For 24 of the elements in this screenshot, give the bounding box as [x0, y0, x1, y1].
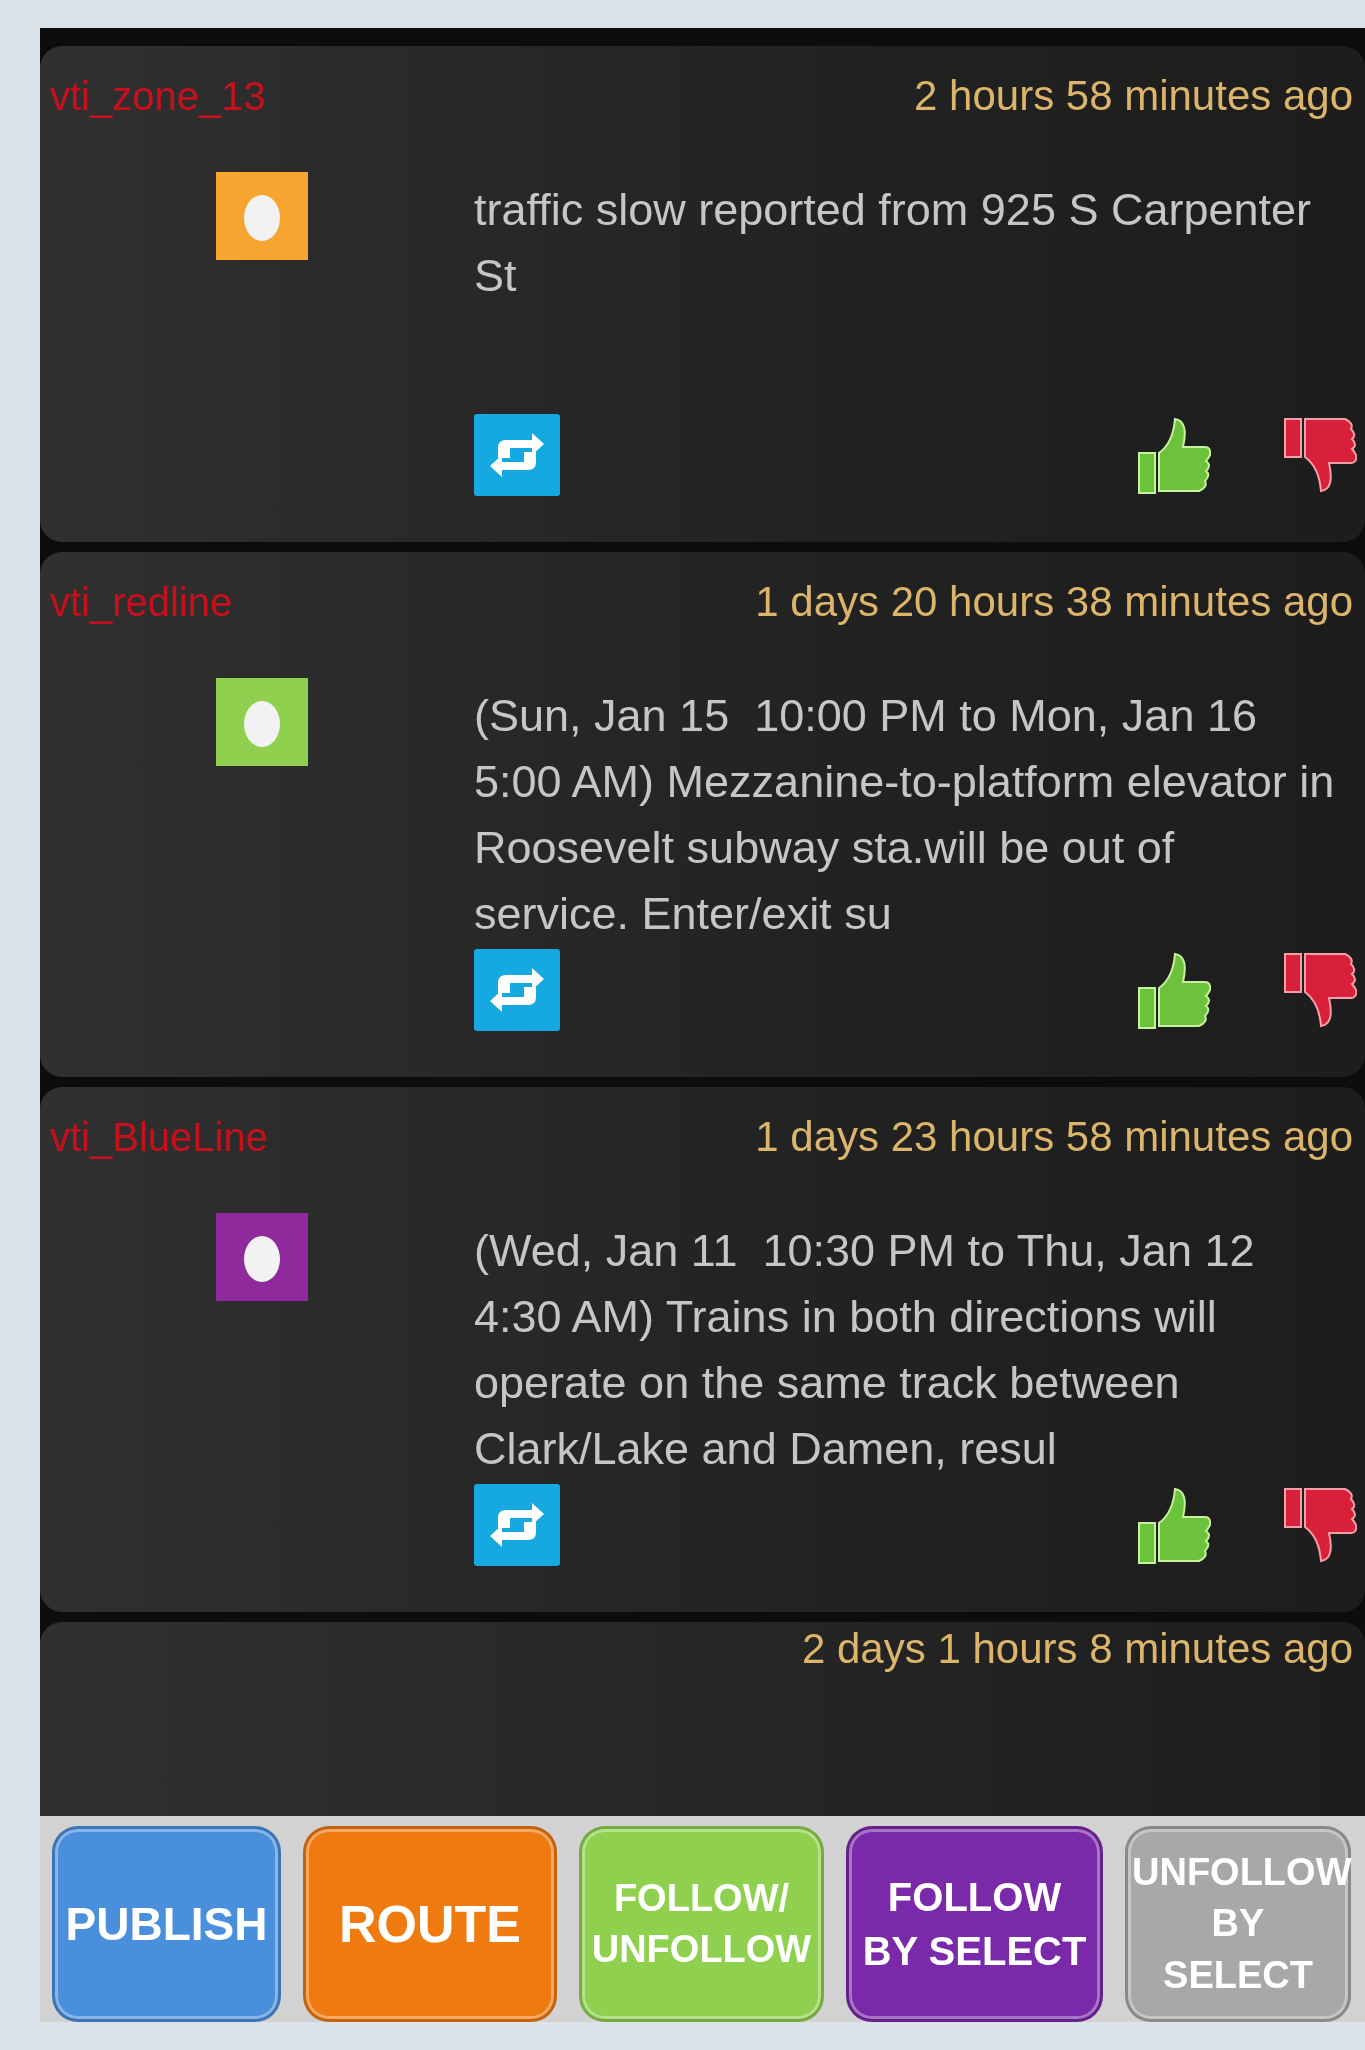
timestamp: 2 hours 58 minutes ago	[914, 72, 1353, 120]
thumbs-up-icon[interactable]	[1135, 415, 1211, 495]
retweet-icon[interactable]	[474, 949, 560, 1031]
action-button[interactable]: UNFOLLOW BY SELECT	[1125, 1826, 1351, 2022]
timestamp: 2 days 1 hours 8 minutes ago	[802, 1626, 1353, 1673]
thumbs-down-icon[interactable]	[1281, 950, 1357, 1030]
retweet-icon[interactable]	[474, 414, 560, 496]
post-message: (Wed, Jan 11 10:30 PM to Thu, Jan 12 4:30 AM) Trains in both directions will operate on the same track between Clark/Lake and Damen, resul	[474, 1224, 1256, 1476]
timestamp: 1 days 23 hours 58 minutes ago	[755, 1113, 1353, 1161]
timestamp: 1 days 20 hours 38 minutes ago	[755, 578, 1353, 626]
thumbs-down-icon[interactable]	[1281, 415, 1357, 495]
username[interactable]: vti_zone_13	[50, 73, 266, 119]
post-message: traffic slow reported from 925 S Carpenter St	[474, 183, 1313, 303]
username[interactable]: vti_redline	[50, 579, 233, 625]
action-button[interactable]: FOLLOW/ UNFOLLOW	[579, 1826, 824, 2022]
post-message: (Sun, Jan 15 10:00 PM to Mon, Jan 16 5:00 AM) Mezzanine-to-platform elevator in Roosevelt subway sta.will be out of service. Enter/exit su	[474, 689, 1336, 941]
thumbs-up-icon[interactable]	[1135, 1485, 1211, 1565]
username[interactable]: vti_BlueLine	[50, 1114, 268, 1160]
action-button[interactable]: ROUTE	[303, 1826, 557, 2022]
action-button[interactable]: PUBLISH	[52, 1826, 281, 2022]
thumbs-down-icon[interactable]	[1281, 1485, 1357, 1565]
thumbs-up-icon[interactable]	[1135, 950, 1211, 1030]
action-button[interactable]: FOLLOW BY SELECT	[846, 1826, 1103, 2022]
retweet-icon[interactable]	[474, 1484, 560, 1566]
